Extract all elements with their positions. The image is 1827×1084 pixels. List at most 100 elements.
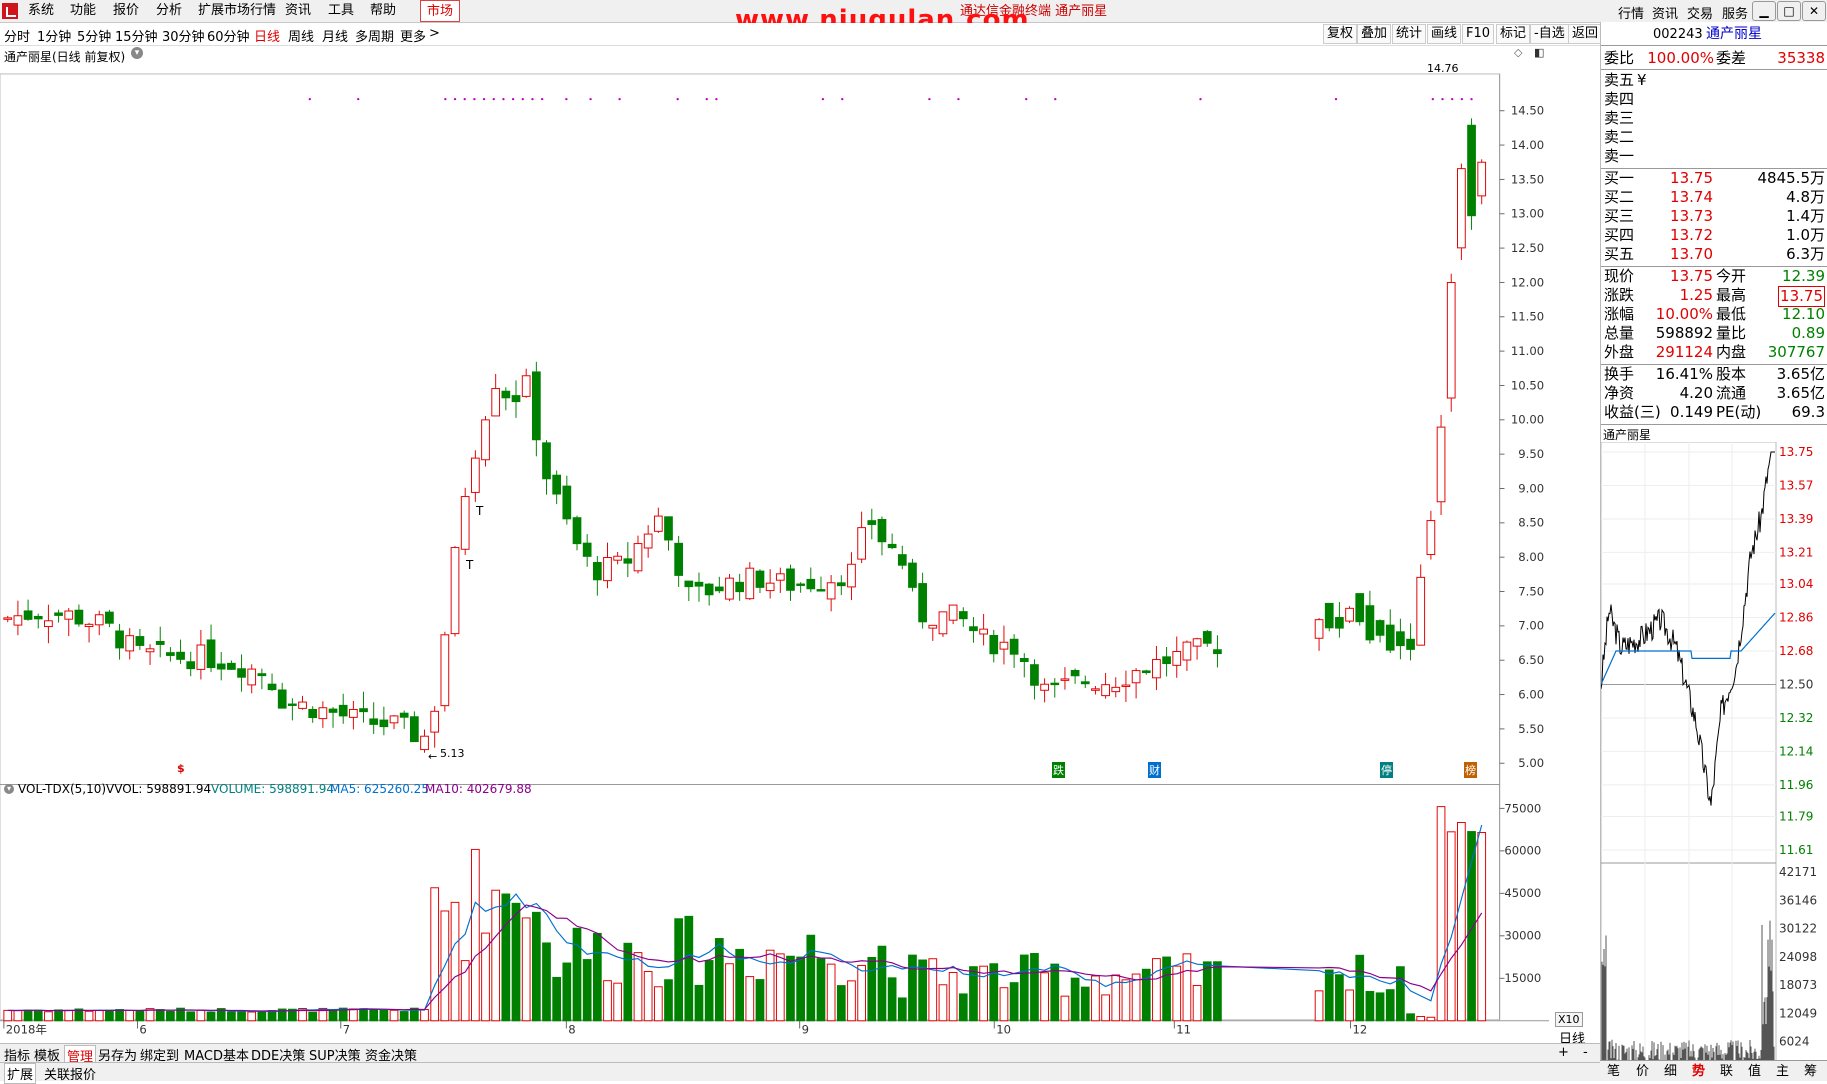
volume-bar	[196, 1009, 206, 1022]
mini-tab-trades[interactable]: 笔	[1607, 1060, 1620, 1079]
stat-label: 外盘	[1604, 343, 1635, 361]
price-tick-label: 10.00	[1511, 413, 1544, 427]
tool-remove-favorite[interactable]: -自选	[1530, 24, 1569, 44]
volume-bar	[247, 1011, 257, 1022]
menu-extended-market[interactable]: 扩展市场行情	[198, 3, 276, 19]
ranking-mark[interactable]: 榜	[1464, 762, 1477, 778]
volume-bar	[1416, 1015, 1426, 1022]
volume-bar	[938, 984, 948, 1022]
candle-body	[694, 581, 704, 587]
tool-draw-line[interactable]: 画线	[1427, 24, 1462, 44]
minimize-icon[interactable]: ▁	[1752, 1, 1776, 21]
volume-value: VOLUME: 598891.94	[211, 782, 334, 796]
period-1min[interactable]: 1分钟	[37, 26, 71, 45]
volume-bar	[399, 1011, 409, 1022]
tool-adjust[interactable]: 复权	[1323, 24, 1358, 44]
candle-body	[13, 615, 23, 626]
menu-system[interactable]: 系统	[28, 3, 54, 19]
volume-bar	[491, 889, 501, 1022]
vol-tick-label: 15000	[1504, 971, 1541, 985]
mini-tab-linked[interactable]: 联	[1720, 1060, 1733, 1079]
tool-mark[interactable]: 标记	[1496, 24, 1531, 44]
volume-bar	[237, 1011, 246, 1022]
candle-body	[735, 581, 745, 593]
period-multi[interactable]: 多周期	[355, 26, 394, 45]
maximize-icon[interactable]: □	[1777, 1, 1801, 21]
candle-body	[542, 442, 551, 480]
sell3-label: 卖三	[1604, 109, 1635, 127]
period-weekly[interactable]: 周线	[288, 26, 314, 45]
volume-bar	[603, 980, 612, 1022]
stat-value: 307767	[1767, 343, 1825, 361]
menu-analysis[interactable]: 分析	[156, 3, 182, 19]
drop-mark[interactable]: 跌	[1052, 762, 1065, 778]
volume-bar	[1101, 994, 1110, 1022]
mini-tab-value[interactable]: 值	[1748, 1060, 1761, 1079]
period-more[interactable]: 更多	[400, 26, 426, 45]
tool-f10[interactable]: F10	[1462, 24, 1495, 44]
buy4-vol: 1.0万	[1786, 226, 1825, 244]
period-monthly[interactable]: 月线	[322, 26, 348, 45]
mini-tab-detail[interactable]: 细	[1664, 1060, 1677, 1079]
candle-body	[33, 615, 43, 620]
candle-body	[552, 474, 562, 495]
market-button[interactable]: 市场	[420, 0, 460, 22]
volume-bar	[359, 1008, 368, 1022]
period-30min[interactable]: 30分钟	[162, 26, 205, 45]
candle-body	[84, 623, 94, 628]
buy3-vol: 1.4万	[1786, 207, 1825, 225]
tab-related-quote[interactable]: 关联报价	[44, 1064, 96, 1083]
top-button-quotes[interactable]: 行情	[1618, 3, 1644, 22]
menu-tools[interactable]: 工具	[328, 3, 354, 19]
mini-tab-main[interactable]: 主	[1776, 1060, 1789, 1079]
mini-tab-chips[interactable]: 筹	[1804, 1060, 1817, 1079]
candle-body	[816, 589, 826, 592]
menu-function[interactable]: 功能	[70, 3, 96, 19]
finance-mark[interactable]: 财	[1148, 762, 1161, 778]
kline-chart[interactable]: 14.50 14.00 13.50 13.00 12.50 12.00 11.50 11.00…	[0, 46, 1549, 1070]
app-logo-icon[interactable]	[2, 3, 18, 19]
date-label: 8	[568, 1022, 575, 1036]
dividend-mark[interactable]: $	[177, 762, 185, 775]
mini-tab-price[interactable]: 价	[1636, 1060, 1649, 1079]
volume-bar	[328, 1008, 338, 1022]
chevron-right-icon[interactable]: >	[429, 26, 440, 41]
candle-body	[684, 580, 694, 588]
close-icon[interactable]: ✕	[1802, 1, 1826, 21]
top-button-service[interactable]: 服务	[1722, 3, 1748, 22]
period-daily[interactable]: 日线	[254, 26, 280, 45]
mini-price-tick: 12.68	[1779, 644, 1813, 658]
volume-bar	[684, 915, 694, 1022]
menu-help[interactable]: 帮助	[370, 3, 396, 19]
suspend-mark[interactable]: 停	[1380, 762, 1393, 778]
period-intraday[interactable]: 分时	[4, 26, 30, 45]
mini-tab-trend[interactable]: 势	[1692, 1060, 1705, 1079]
period-15min[interactable]: 15分钟	[115, 26, 158, 45]
candle-body	[796, 583, 805, 586]
intraday-mini-chart[interactable]: 13.75 13.57 13.39 13.21 13.04 12.86 12.68 12.50…	[1601, 442, 1827, 1072]
top-dot-mark	[482, 97, 486, 101]
menu-news[interactable]: 资讯	[285, 3, 311, 19]
diamond-icon[interactable]: ◇	[1514, 46, 1522, 59]
zoom-in-button[interactable]: +	[1558, 1045, 1569, 1060]
tool-back[interactable]: 返回	[1568, 24, 1603, 44]
tab-extend[interactable]: 扩展	[4, 1063, 37, 1084]
period-5min[interactable]: 5分钟	[77, 26, 111, 45]
volume-bar	[1365, 991, 1375, 1022]
volume-bar	[420, 1008, 429, 1022]
menu-quote[interactable]: 报价	[113, 3, 139, 19]
panel-toggle-icon[interactable]: ◧	[1534, 46, 1544, 59]
top-button-news[interactable]: 资讯	[1652, 3, 1678, 22]
tool-overlay[interactable]: 叠加	[1357, 24, 1392, 44]
chevron-down-icon[interactable]: ▾	[4, 784, 14, 794]
tool-statistics[interactable]: 统计	[1392, 24, 1427, 44]
volume-bar	[1335, 974, 1344, 1022]
finance-value: 69.3	[1791, 403, 1825, 421]
zoom-out-button[interactable]: -	[1583, 1045, 1588, 1060]
finance-value: 0.149	[1670, 403, 1713, 421]
volume-bar	[1396, 966, 1405, 1022]
volume-bar	[1213, 961, 1222, 1022]
top-button-trade[interactable]: 交易	[1687, 3, 1713, 22]
period-60min[interactable]: 60分钟	[207, 26, 250, 45]
chevron-down-icon[interactable]: ▾	[131, 47, 143, 59]
